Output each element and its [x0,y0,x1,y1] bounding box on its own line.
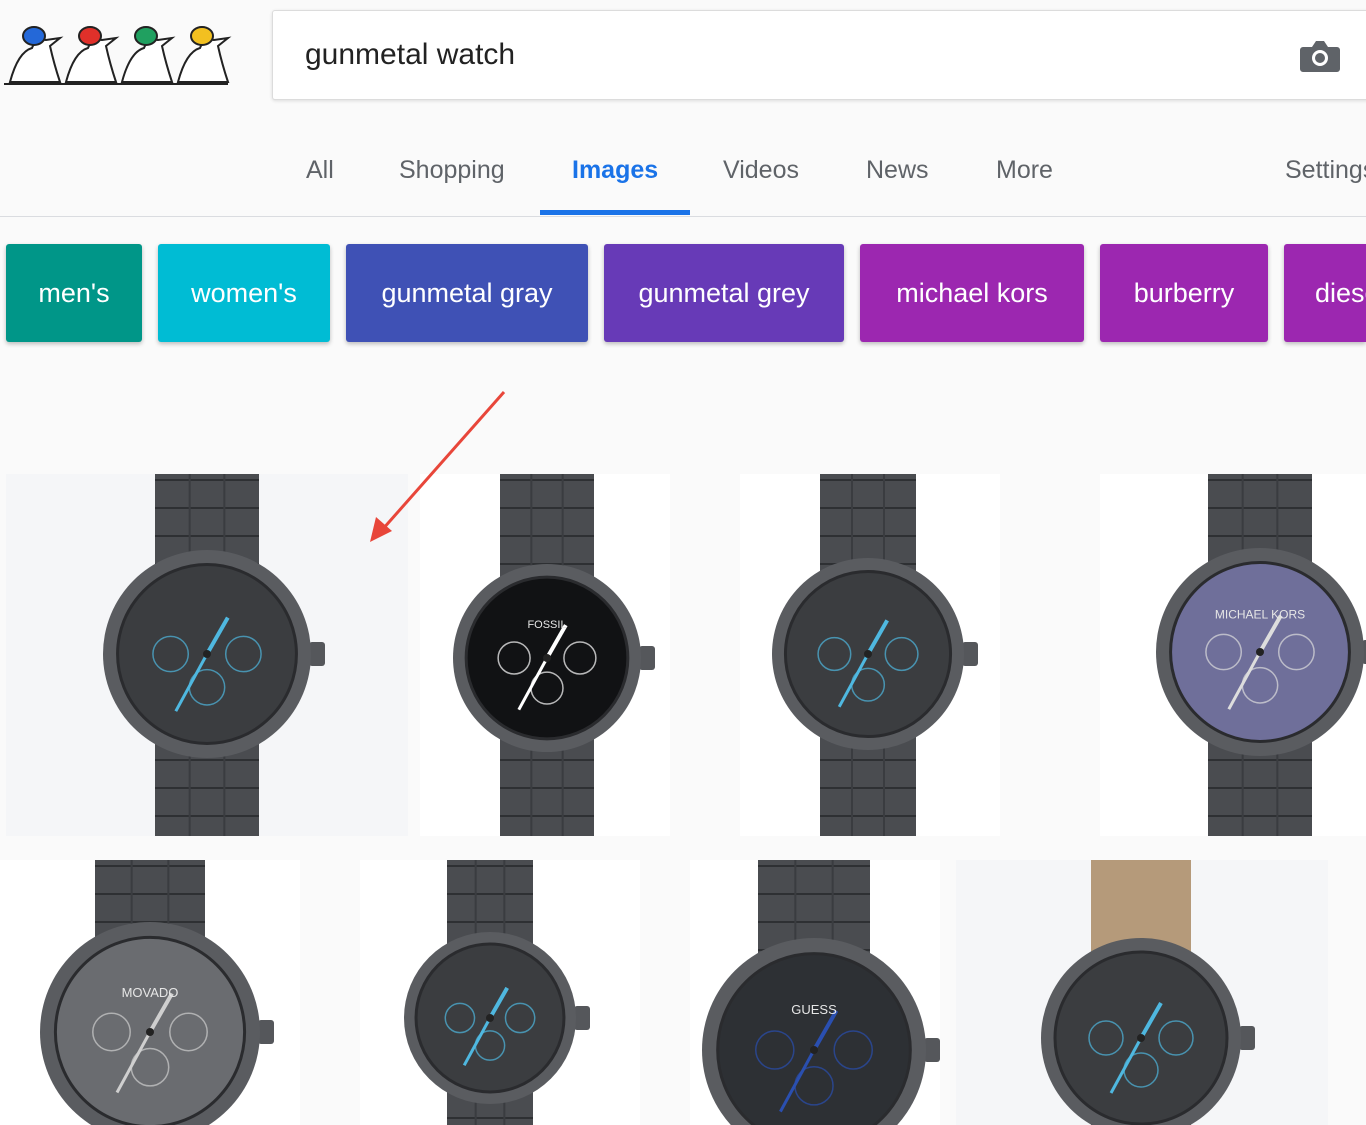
search-tabs: All Shopping Images Videos News More Set… [0,130,1366,217]
tab-news[interactable]: News [866,156,929,185]
image-result[interactable] [6,474,408,836]
chip-diesel[interactable]: diesel [1284,244,1366,342]
svg-text:GUESS: GUESS [791,1002,837,1017]
chip-gunmetal-grey[interactable]: gunmetal grey [604,244,844,342]
image-result[interactable] [360,860,640,1125]
watch-image: GUESS [702,860,940,1125]
image-result[interactable] [740,474,1000,836]
tab-shopping[interactable]: Shopping [399,156,505,185]
tab-videos[interactable]: Videos [723,156,799,185]
svg-text:FOSSIL: FOSSIL [527,619,566,631]
tab-all[interactable]: All [306,156,334,185]
tab-images[interactable]: Images [572,156,658,185]
chip-burberry[interactable]: burberry [1100,244,1268,342]
search-input[interactable] [305,31,1205,79]
svg-text:MOVADO: MOVADO [122,985,179,1000]
tab-settings[interactable]: Settings [1285,156,1366,185]
chip-gunmetal-gray[interactable]: gunmetal gray [346,244,588,342]
image-result[interactable]: MOVADO [0,860,300,1125]
camera-icon[interactable] [1299,39,1341,73]
chip-womens[interactable]: women's [158,244,330,342]
image-result[interactable]: GUESS [690,860,940,1125]
watch-image: MICHAEL KORS [1156,474,1366,836]
watch-image [772,474,978,836]
search-box[interactable] [272,10,1366,100]
tab-more[interactable]: More [996,156,1053,185]
watch-image [1041,860,1255,1125]
duck-logo-icon[interactable] [0,14,240,94]
chip-michael-kors[interactable]: michael kors [860,244,1084,342]
svg-text:MICHAEL KORS: MICHAEL KORS [1215,608,1305,622]
chip-mens[interactable]: men's [6,244,142,342]
image-result[interactable]: FOSSIL [420,474,670,836]
watch-image [404,860,590,1125]
active-tab-indicator [540,210,690,215]
watch-image: MOVADO [40,860,274,1125]
image-result[interactable] [956,860,1328,1125]
watch-image [103,474,325,836]
watch-image: FOSSIL [453,474,655,836]
image-result[interactable]: MICHAEL KORS [1100,474,1366,836]
